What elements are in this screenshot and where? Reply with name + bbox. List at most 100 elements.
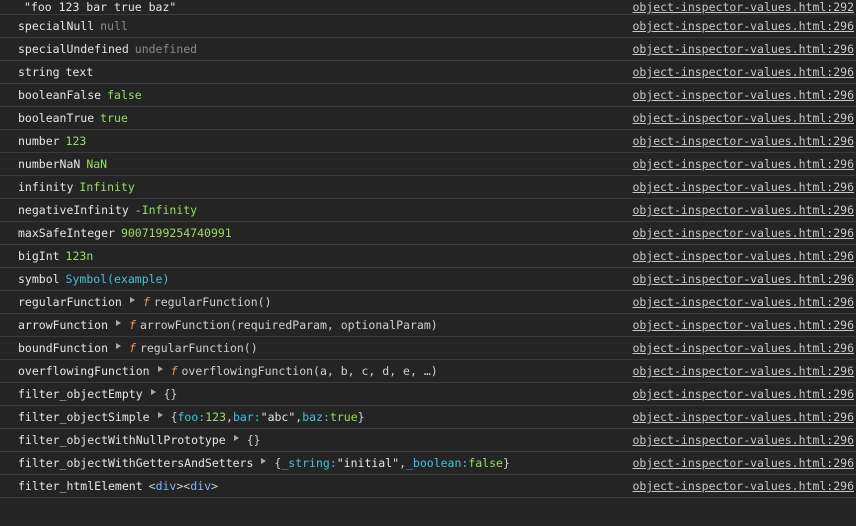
- source-link[interactable]: object-inspector-values.html:296: [632, 199, 854, 221]
- expand-triangle-icon[interactable]: [116, 320, 122, 326]
- console-row: specialUndefined undefined object-inspect…: [0, 38, 856, 61]
- function-value: overflowingFunction(a, b, c, d, e, …): [181, 364, 438, 378]
- object-value: {}: [246, 433, 261, 447]
- row-key: booleanTrue: [18, 111, 95, 125]
- expand-triangle-icon[interactable]: [261, 458, 267, 464]
- source-link[interactable]: object-inspector-values.html:296: [632, 130, 854, 152]
- row-key: numberNaN: [18, 157, 81, 171]
- row-key: booleanFalse: [18, 88, 102, 102]
- source-link[interactable]: object-inspector-values.html:296: [632, 107, 854, 129]
- row-key: filter_objectWithGettersAndSetters: [18, 456, 254, 470]
- console-row: string text object-inspector-values.html:…: [0, 61, 856, 84]
- brace: }: [502, 456, 510, 470]
- console-row: maxSafeInteger 9007199254740991 object-in…: [0, 222, 856, 245]
- brace: }: [357, 410, 365, 424]
- row-key: specialUndefined: [18, 42, 129, 56]
- object-key: _boolean: [406, 456, 462, 470]
- console-row: filter_objectSimple {foo: 123, bar: "abc"…: [0, 406, 856, 429]
- source-link[interactable]: object-inspector-values.html:296: [632, 360, 854, 382]
- source-link[interactable]: object-inspector-values.html:296: [632, 176, 854, 198]
- number-value: -Infinity: [134, 203, 198, 217]
- console-row: infinity Infinity object-inspector-values…: [0, 176, 856, 199]
- console-row: bigInt 123n object-inspector-values.html:…: [0, 245, 856, 268]
- source-link[interactable]: object-inspector-values.html:296: [632, 383, 854, 405]
- row-key: arrowFunction: [18, 318, 109, 332]
- source-link[interactable]: object-inspector-values.html:296: [632, 84, 854, 106]
- source-link[interactable]: object-inspector-values.html:296: [632, 153, 854, 175]
- row-key: overflowingFunction: [18, 364, 150, 378]
- console-row: overflowingFunction f overflowingFunction(…: [0, 360, 856, 383]
- expand-triangle-icon[interactable]: [233, 435, 239, 441]
- row-key: bigInt: [18, 249, 60, 263]
- comma: ,: [295, 410, 303, 424]
- symbol-value: Symbol(example): [65, 272, 170, 286]
- string-value: "foo 123 bar true baz": [24, 0, 177, 14]
- console-row: filter_htmlElement < div > < div > object-insp…: [0, 475, 856, 498]
- function-value: regularFunction(): [153, 295, 272, 309]
- console-row: filter_objectWithNullPrototype {} object-…: [0, 429, 856, 452]
- source-link[interactable]: object-inspector-values.html:296: [632, 429, 854, 451]
- console-row: filter_objectWithGettersAndSetters {_stri…: [0, 452, 856, 475]
- source-link[interactable]: object-inspector-values.html:296: [632, 245, 854, 267]
- source-link[interactable]: object-inspector-values.html:296: [632, 222, 854, 244]
- tag-bracket: >: [211, 479, 218, 493]
- number-value: NaN: [86, 157, 108, 171]
- colon: :: [198, 410, 206, 424]
- source-link[interactable]: object-inspector-values.html:296: [632, 452, 854, 474]
- function-icon: f: [129, 318, 136, 332]
- row-key: filter_objectSimple: [18, 410, 150, 424]
- tag-name: div: [155, 479, 177, 493]
- row-key: boundFunction: [18, 341, 109, 355]
- object-value: {}: [163, 387, 178, 401]
- tag-bracket: <: [148, 479, 156, 493]
- function-icon: f: [142, 295, 150, 309]
- expand-triangle-icon[interactable]: [157, 412, 163, 418]
- object-key: baz: [302, 410, 323, 424]
- function-value: regularFunction(): [139, 341, 258, 355]
- boolean-value: true: [100, 111, 128, 125]
- number-value: 123: [65, 134, 87, 148]
- row-key: regularFunction: [18, 295, 122, 309]
- expand-triangle-icon[interactable]: [129, 297, 135, 303]
- object-key: foo: [177, 410, 199, 424]
- source-link[interactable]: object-inspector-values.html:296: [632, 61, 854, 83]
- row-key: string: [18, 65, 60, 79]
- number-value: 9007199254740991: [120, 226, 232, 240]
- source-link[interactable]: object-inspector-values.html:296: [632, 38, 854, 60]
- row-key: infinity: [18, 180, 74, 194]
- colon: :: [253, 410, 261, 424]
- console-row: numberNaN NaN object-inspector-values.htm…: [0, 153, 856, 176]
- console-row: booleanTrue true object-inspector-values.…: [0, 107, 856, 130]
- source-link[interactable]: object-inspector-values.html:296: [632, 268, 854, 290]
- comma: ,: [226, 410, 233, 424]
- string-value: text: [65, 65, 94, 79]
- expand-triangle-icon[interactable]: [150, 389, 156, 395]
- colon: :: [323, 410, 330, 424]
- row-key: maxSafeInteger: [18, 226, 115, 240]
- object-prop-value: "abc": [260, 410, 296, 424]
- source-link[interactable]: object-inspector-values.html:296: [632, 406, 854, 428]
- console-row: boundFunction f regularFunction() object-i…: [0, 337, 856, 360]
- source-link[interactable]: object-inspector-values.html:296: [632, 475, 854, 497]
- object-key: _string: [281, 456, 330, 470]
- expand-triangle-icon[interactable]: [116, 343, 122, 349]
- console-row: symbol Symbol(example) object-inspector-v…: [0, 268, 856, 291]
- bigint-value: 123n: [65, 249, 94, 263]
- expand-triangle-icon[interactable]: [157, 366, 163, 372]
- function-icon: f: [170, 364, 178, 378]
- source-link[interactable]: object-inspector-values.html:296: [632, 314, 854, 336]
- source-link[interactable]: object-inspector-values.html:296: [632, 291, 854, 313]
- source-link[interactable]: object-inspector-values.html:296: [632, 337, 854, 359]
- null-value: null: [100, 19, 128, 33]
- source-link[interactable]: object-inspector-values.html:296: [632, 15, 854, 37]
- boolean-value: false: [107, 88, 142, 102]
- object-key: bar: [232, 410, 254, 424]
- object-prop-value: 123: [205, 410, 226, 424]
- console-row: regularFunction f regularFunction() object…: [0, 291, 856, 314]
- row-key: symbol: [18, 272, 60, 286]
- undefined-value: undefined: [134, 42, 198, 56]
- console-row: filter_objectEmpty {} object-inspector-va…: [0, 383, 856, 406]
- console-panel: "foo 123 bar true baz" object-inspector-…: [0, 0, 856, 526]
- console-row: number 123 object-inspector-values.html:2…: [0, 130, 856, 153]
- console-row: booleanFalse false object-inspector-value…: [0, 84, 856, 107]
